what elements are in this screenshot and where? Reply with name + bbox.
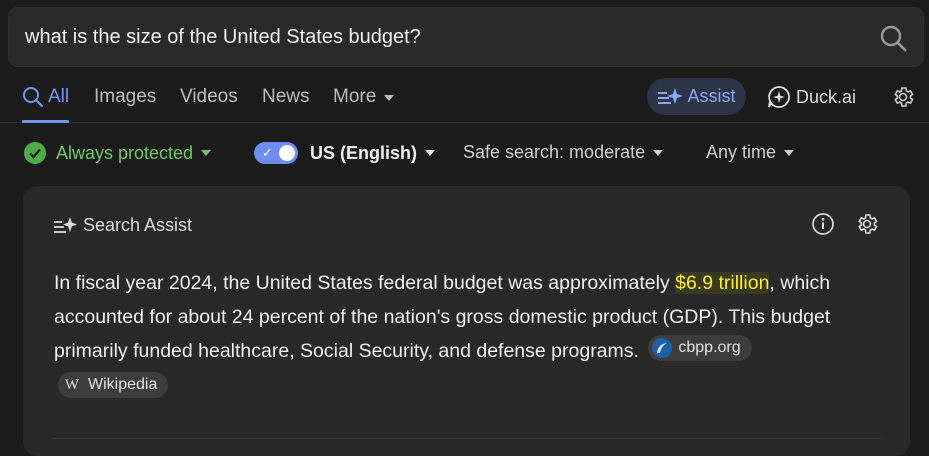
tab-all[interactable]: All <box>22 86 70 123</box>
search-icon[interactable] <box>879 24 907 52</box>
tab-images-label: Images <box>94 86 157 107</box>
wikipedia-icon: W <box>64 377 80 393</box>
assist-sparkle-icon <box>54 216 77 233</box>
assist-label: Assist <box>687 86 736 106</box>
search-bar[interactable]: what is the size of the United States bu… <box>8 7 924 67</box>
region-toggle[interactable]: ✓ <box>254 142 298 164</box>
safe-search-label: Safe search: moderate <box>463 142 646 162</box>
safe-search-dropdown[interactable]: Safe search: moderate <box>463 142 664 163</box>
tab-videos[interactable]: Videos <box>180 86 238 122</box>
tab-videos-label: Videos <box>180 86 238 107</box>
chevron-down-icon <box>425 150 435 156</box>
settings-gear-icon[interactable] <box>891 85 915 114</box>
time-label: Any time <box>706 142 777 162</box>
tab-more-label: More <box>333 86 377 107</box>
assist-sparkle-icon <box>658 87 684 104</box>
filter-bar: Always protected ✓ US (English) Safe sea… <box>0 138 929 170</box>
search-assist-header: Search Assist <box>53 215 192 236</box>
chevron-down-icon <box>653 149 664 156</box>
answer-highlight: $6.9 trillion <box>675 272 770 294</box>
region-label: US (English) <box>310 142 417 163</box>
divider <box>53 438 881 439</box>
tab-news[interactable]: News <box>262 86 310 122</box>
search-input[interactable]: what is the size of the United States bu… <box>25 26 421 49</box>
duck-ai-label: Duck.ai <box>796 86 857 107</box>
source-chip-cbpp[interactable]: cbpp.org <box>648 335 752 361</box>
cbpp-icon <box>652 338 673 358</box>
time-dropdown[interactable]: Any time <box>706 142 795 163</box>
region-dropdown[interactable]: ✓ US (English) <box>254 142 435 164</box>
source-chip-wikipedia[interactable]: W Wikipedia <box>58 372 169 398</box>
chevron-down-icon <box>784 149 795 156</box>
source-label: Wikipedia <box>88 376 158 393</box>
duck-ai-link[interactable]: Duck.ai <box>767 85 856 109</box>
assist-answer: In fiscal year 2024, the United States f… <box>54 266 844 402</box>
tab-images[interactable]: Images <box>94 86 156 122</box>
check-icon: ✓ <box>262 145 273 160</box>
tab-all-label: All <box>48 86 70 107</box>
protection-dropdown[interactable]: Always protected <box>24 142 212 164</box>
chevron-down-icon <box>201 150 212 156</box>
source-label: cbpp.org <box>678 339 741 356</box>
info-icon[interactable] <box>811 212 835 241</box>
tab-news-label: News <box>262 86 310 107</box>
check-circle-icon <box>24 142 46 164</box>
chevron-down-icon <box>384 95 395 101</box>
tab-more[interactable]: More <box>333 86 395 122</box>
chat-sparkle-icon <box>768 86 790 108</box>
search-icon <box>23 87 44 108</box>
search-assist-title: Search Assist <box>83 215 193 235</box>
protection-label: Always protected <box>56 142 194 163</box>
assist-settings-gear-icon[interactable] <box>855 212 879 241</box>
assist-button[interactable]: Assist <box>647 78 746 115</box>
search-assist-card: Search Assist In fiscal year 2024, the U… <box>23 186 910 456</box>
answer-text-start: In fiscal year 2024, the United States f… <box>54 272 676 294</box>
